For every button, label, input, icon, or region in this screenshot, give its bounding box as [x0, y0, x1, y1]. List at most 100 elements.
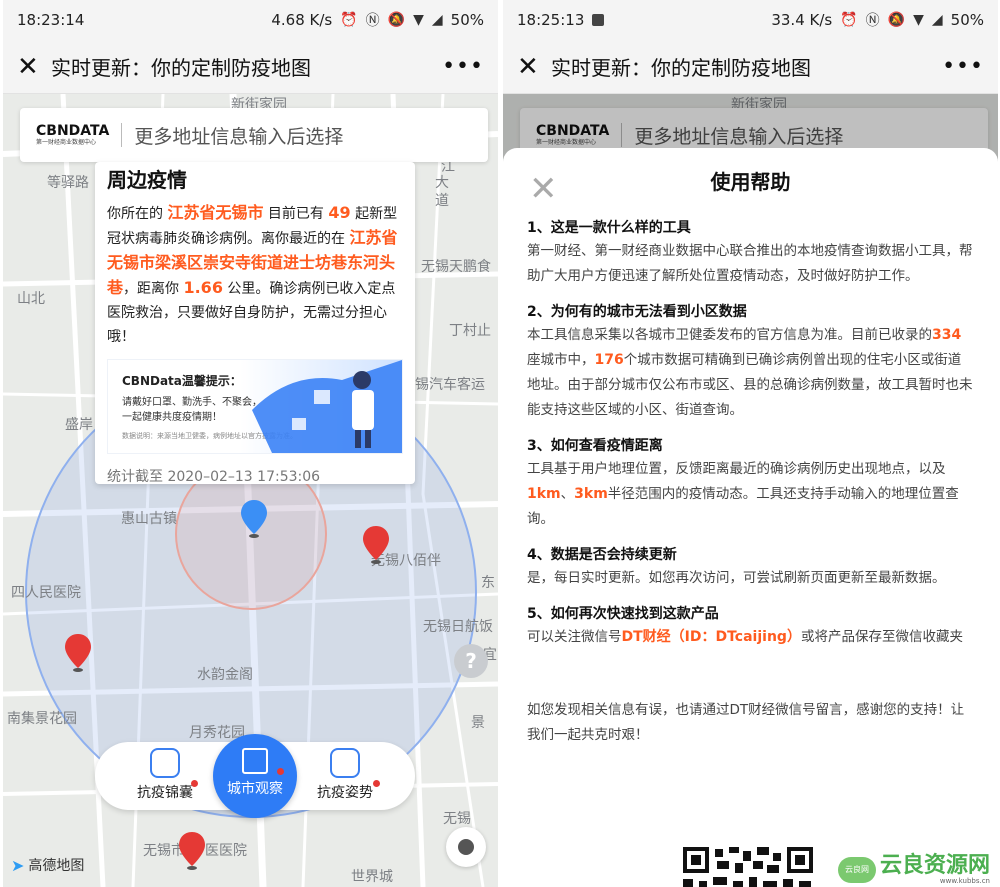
right-phone-screen: 18:25:13 33.4 K/s ⏰ Ⓝ 🔕 ▼ ◢ 50% ✕ 实时更新：你… [503, 0, 998, 887]
case-pin-icon[interactable] [179, 832, 205, 870]
signal-icon: ◢ [431, 12, 443, 28]
faq-question: 3、如何查看疫情距离 [527, 438, 663, 454]
amap-logo: ➤ 高德地图 [11, 855, 85, 875]
compass-icon [330, 748, 360, 778]
bottom-nav: 抗疫锦囊 城市观察 抗疫姿势 [95, 734, 415, 818]
cbndata-logo: CBNDATA 第一财经商业数据中心 [36, 123, 110, 146]
map-label: 山北 [17, 291, 45, 307]
close-icon[interactable]: ✕ [517, 52, 551, 82]
card-description: 你所在的 江苏省无锡市 目前已有 49 起新型冠状病毒肺炎确诊病例。离你最近的在… [107, 203, 398, 345]
battery-level: 50% [450, 11, 484, 29]
map-label: 无锡日航饭 [423, 619, 493, 635]
tip-banner: CBNData温馨提示： 请戴好口罩、勤洗手、不聚会， 一起健康共度疫情期！ 数… [107, 359, 403, 454]
map-label: 盛岸 [65, 417, 93, 433]
faq-answer: 工具基于用户地理位置，反馈距离最近的确诊病例历史出现地点，以及1km、3km半径… [527, 461, 959, 527]
network-speed: 4.68 K/s [271, 11, 333, 29]
nfc-icon: Ⓝ [365, 13, 380, 29]
search-input[interactable]: 更多地址信息输入后选择 [134, 122, 343, 149]
map-label: 世界城 [351, 869, 393, 885]
wifi-icon: ▼ [913, 12, 924, 28]
map-label: 丁村止 [449, 323, 491, 339]
divider [121, 123, 123, 147]
card-heading: 周边疫情 [107, 168, 187, 192]
map-label: 无锡 [443, 811, 471, 827]
notification-dot [373, 780, 380, 787]
map-label: 大 [435, 175, 449, 191]
map-label: 等驿路 [47, 175, 89, 191]
faq-question: 4、数据是否会持续更新 [527, 547, 677, 563]
help-footer: 如您发现相关信息有误，也请通过DT财经微信号留言，感谢您的支持！让我们一起共克时… [527, 702, 965, 743]
status-bar: 18:23:14 4.68 K/s ⏰ Ⓝ 🔕 ▼ ◢ 50% [3, 0, 498, 40]
user-location-pin-icon[interactable] [241, 500, 267, 538]
help-sheet: ✕ 使用帮助 1、这是一款什么样的工具 第一财经、第一财经商业数据中心联合推出的… [503, 148, 998, 887]
nav-item-posture[interactable]: 抗疫姿势 [305, 748, 385, 802]
title-bar: ✕ 实时更新：你的定制防疫地图 ••• [3, 40, 498, 94]
faq-answer: 是，每日实时更新。如您再次访问，可尝试刷新页面更新至最新数据。 [527, 570, 946, 586]
map-label: 无锡天鹏食 [421, 259, 491, 275]
svg-text:?: ? [465, 649, 477, 673]
mute-icon: 🔕 [887, 12, 906, 28]
stat-timestamp: 统计截至 2020–02–13 17:53:06 [107, 469, 321, 485]
image-notification-icon [592, 14, 605, 26]
map-label: 景 [471, 715, 485, 731]
battery-level: 50% [950, 11, 984, 29]
close-icon[interactable]: ✕ [17, 52, 51, 82]
more-icon[interactable]: ••• [942, 54, 984, 79]
qr-code [683, 847, 813, 887]
site-watermark: 云良网 云良资源网 www.kubbs.cn [837, 853, 990, 885]
page-title: 实时更新：你的定制防疫地图 [551, 56, 811, 80]
more-icon[interactable]: ••• [442, 54, 484, 79]
network-speed: 33.4 K/s [771, 11, 833, 29]
status-bar: 18:25:13 33.4 K/s ⏰ Ⓝ 🔕 ▼ ◢ 50% [503, 0, 998, 40]
signal-icon: ◢ [931, 12, 943, 28]
wechat-id: DT财经（ID：DTcaijing） [621, 629, 801, 645]
help-icon[interactable]: ? [454, 644, 488, 678]
cloud-logo-icon: 云良网 [837, 857, 876, 883]
case-count: 49 [328, 203, 351, 222]
title-bar: ✕ 实时更新：你的定制防疫地图 ••• [503, 40, 998, 94]
case-pin-icon[interactable] [65, 634, 91, 672]
status-right: 33.4 K/s ⏰ Ⓝ 🔕 ▼ ◢ 50% [771, 10, 984, 30]
map-label: 水韵金阁 [197, 667, 253, 683]
nfc-icon: Ⓝ [865, 13, 880, 29]
building-icon [242, 748, 268, 774]
help-title: 使用帮助 [710, 170, 791, 194]
nav-item-tips[interactable]: 抗疫锦囊 [125, 748, 205, 802]
watermark-url: www.kubbs.cn [939, 877, 990, 885]
watermark-text: 云良资源网 [879, 853, 990, 878]
faq-question: 2、为何有的城市无法看到小区数据 [527, 304, 747, 320]
locate-button[interactable] [446, 827, 486, 867]
status-time: 18:23:14 [17, 11, 85, 29]
mute-icon: 🔕 [387, 12, 406, 28]
close-help-icon[interactable]: ✕ [529, 172, 558, 206]
faq-answer: 可以关注微信号DT财经（ID：DTcaijing）或将产品保存至微信收藏夹 [527, 629, 963, 645]
doctor-illustration [252, 360, 402, 453]
status-right: 4.68 K/s ⏰ Ⓝ 🔕 ▼ ◢ 50% [271, 10, 484, 30]
wifi-icon: ▼ [413, 12, 424, 28]
notification-dot [191, 780, 198, 787]
city-highlight: 江苏省无锡市 [167, 203, 264, 222]
faq-answer: 本工具信息采集以各城市卫健委发布的官方信息为准。目前已收录的334座城市中，17… [527, 327, 973, 418]
status-time: 18:25:13 [517, 11, 585, 29]
faq-question: 5、如何再次快速找到这款产品 [527, 606, 719, 622]
map-label: 道 [435, 193, 449, 209]
map-label: 东 [481, 575, 495, 591]
faq-question: 1、这是一款什么样的工具 [527, 220, 691, 236]
page-title: 实时更新：你的定制防疫地图 [51, 56, 311, 80]
left-phone-screen: 18:23:14 4.68 K/s ⏰ Ⓝ 🔕 ▼ ◢ 50% ✕ 实时更新：你… [3, 0, 498, 887]
search-bar[interactable]: CBNDATA 第一财经商业数据中心 更多地址信息输入后选择 [20, 108, 488, 162]
nearby-epidemic-card: 周边疫情 你所在的 江苏省无锡市 目前已有 49 起新型冠状病毒肺炎确诊病例。离… [95, 162, 415, 485]
map-label: 锡汽车客运 [415, 377, 485, 393]
nav-item-city-watch[interactable]: 城市观察 [213, 734, 297, 818]
faq-answer: 第一财经、第一财经商业数据中心联合推出的本地疫情查询数据小工具，帮助广大用户方便… [527, 243, 973, 284]
amap-arrow-icon: ➤ [11, 855, 25, 875]
gift-bag-icon [150, 748, 180, 778]
map-label: 南集景花园 [7, 711, 77, 727]
notification-dot [277, 768, 284, 775]
map-label: 惠山古镇 [121, 511, 177, 527]
case-pin-icon[interactable] [363, 526, 389, 564]
map-label: 医医院 [205, 843, 247, 859]
distance-value: 1.66 [183, 278, 223, 297]
map-label: 四人民医院 [11, 585, 81, 601]
alarm-icon: ⏰ [840, 12, 858, 28]
